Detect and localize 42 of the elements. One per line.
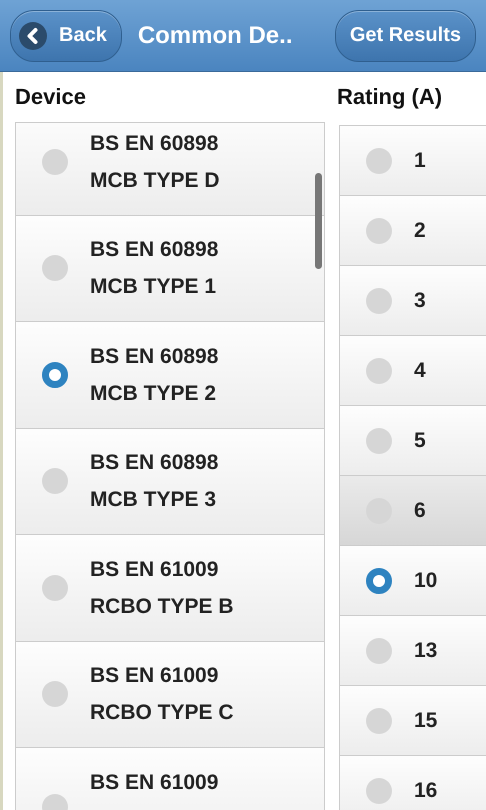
radio-button[interactable] <box>366 218 392 244</box>
device-label: BS EN 60898 MCB TYPE 2 <box>90 344 218 407</box>
device-label: BS EN 60898 MCB TYPE 3 <box>90 450 218 514</box>
rating-label: 5 <box>414 428 426 452</box>
device-label: BS EN 61009 <box>90 770 218 796</box>
radio-button[interactable] <box>366 428 392 454</box>
radio-button[interactable] <box>42 468 68 494</box>
radio-button[interactable] <box>42 255 68 282</box>
device-option[interactable]: BS EN 60898 MCB TYPE 3 <box>16 428 324 535</box>
device-option[interactable]: BS EN 60898 MCB TYPE 1 <box>16 216 324 322</box>
device-option[interactable]: BS EN 61009 RCBO TYPE C <box>16 642 324 748</box>
device-option[interactable]: BS EN 60898 MCB TYPE D <box>16 123 324 216</box>
column-heading: Device <box>14 83 87 111</box>
rating-label: 4 <box>414 358 426 382</box>
radio-button[interactable] <box>366 358 392 384</box>
device-label: BS EN 61009 RCBO TYPE C <box>90 663 234 726</box>
radio-button[interactable] <box>366 778 392 804</box>
radio-button[interactable] <box>42 681 68 708</box>
radio-button[interactable] <box>366 288 392 314</box>
device-label: BS EN 61009 RCBO TYPE B <box>90 556 234 620</box>
column-heading: Rating (A) <box>336 83 444 111</box>
rating-label: 10 <box>414 568 438 592</box>
rating-label: 13 <box>414 638 438 662</box>
device-label: BS EN 60898 MCB TYPE 1 <box>90 237 218 300</box>
radio-button[interactable] <box>366 568 392 594</box>
rating-label: 15 <box>414 708 438 732</box>
rating-label: 3 <box>414 288 426 312</box>
get-results-button[interactable]: Get Results <box>334 10 476 62</box>
back-button[interactable]: Back <box>10 10 122 62</box>
rating-label: 16 <box>414 778 438 802</box>
radio-button[interactable] <box>366 148 392 174</box>
rating-option[interactable]: 6 <box>340 476 486 546</box>
rating-label: 6 <box>414 498 426 522</box>
radio-button[interactable] <box>42 362 68 388</box>
device-label: BS EN 60898 MCB TYPE D <box>90 130 220 194</box>
radio-button[interactable] <box>366 708 392 734</box>
radio-button[interactable] <box>42 574 68 601</box>
rating-label: 1 <box>414 148 426 172</box>
screen-title: Common De.. <box>138 22 294 50</box>
radio-button[interactable] <box>42 148 68 175</box>
rating-label: 2 <box>414 218 426 242</box>
radio-button[interactable] <box>366 638 392 664</box>
